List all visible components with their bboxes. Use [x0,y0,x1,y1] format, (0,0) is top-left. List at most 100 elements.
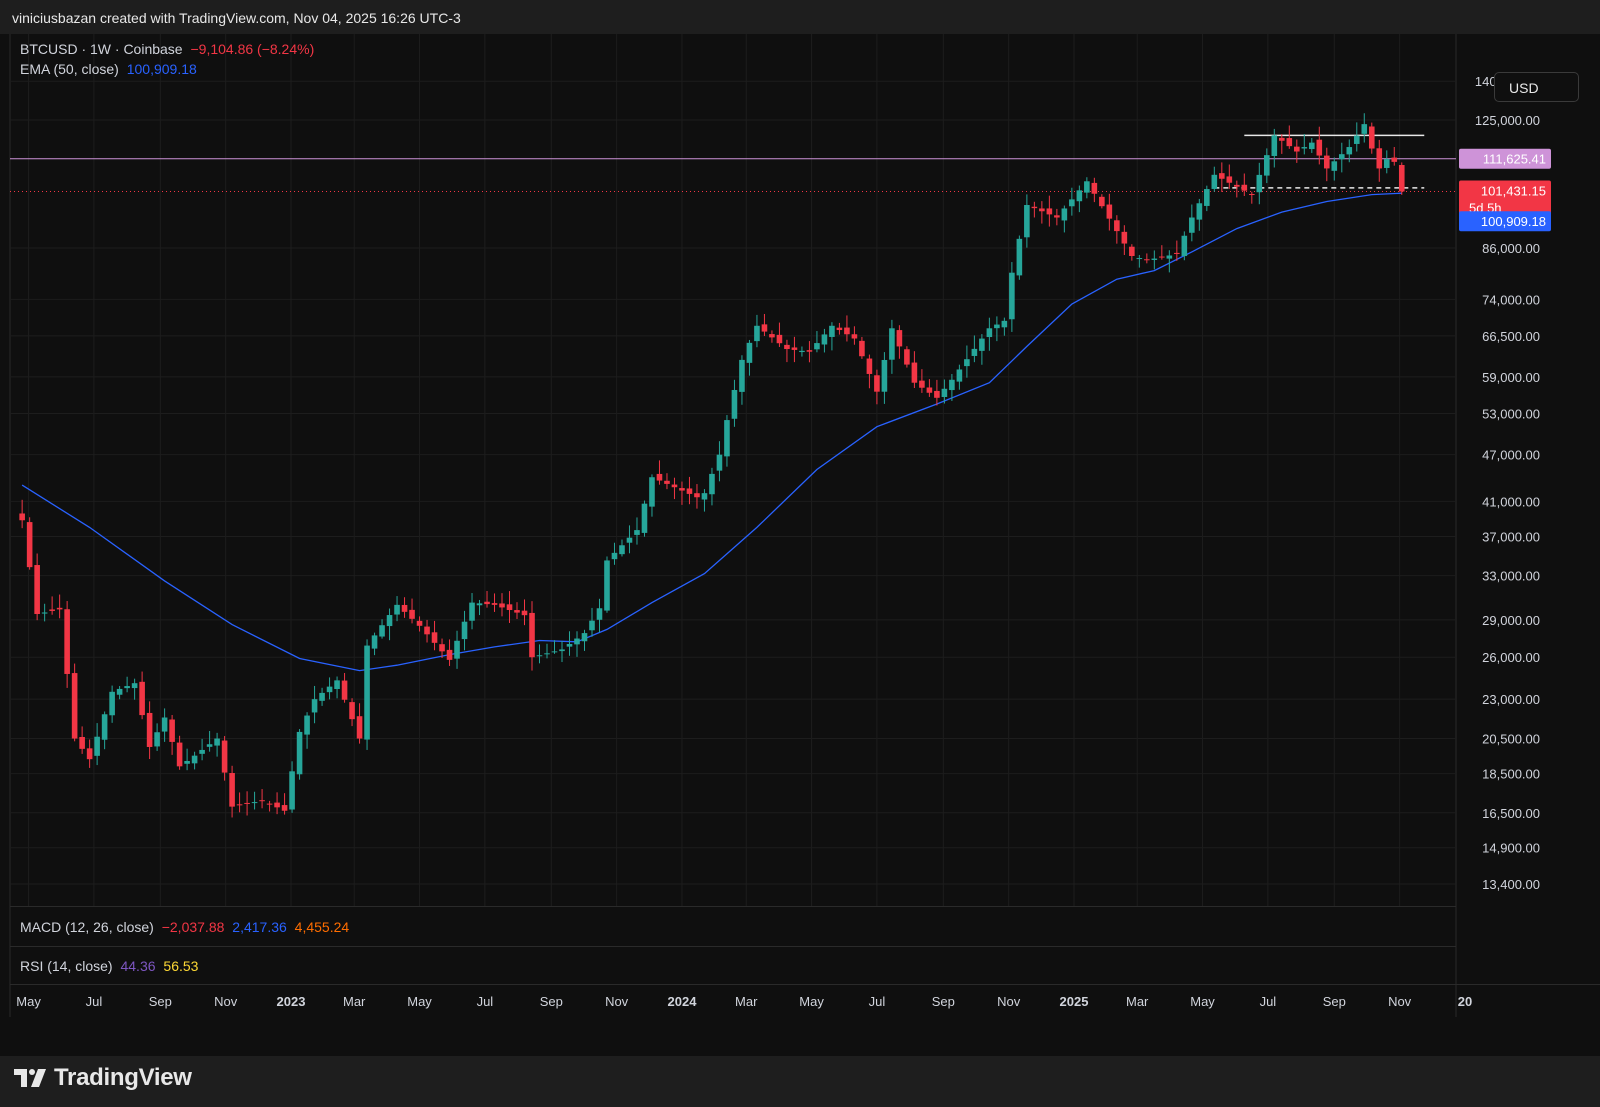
macd-label: MACD (12, 26, close) [20,919,154,935]
candle-body [86,748,93,760]
candle-body [1301,147,1308,149]
price-tick-label: 14,900.00 [1482,841,1540,856]
candle-body [139,681,145,716]
candle-body [296,731,303,775]
candle-body [244,802,250,804]
candle-body [206,744,213,747]
candle-body [1271,135,1278,156]
candle-body [379,625,385,637]
rsi-value: 44.36 [120,958,156,974]
candle-body [904,349,910,365]
tradingview-logo-icon [14,1069,46,1087]
candle-body [829,325,835,337]
candle-body [1189,217,1195,233]
candle-body [109,691,115,716]
candle-body [1091,182,1098,194]
price-tick-label: 53,000.00 [1482,407,1540,422]
candle-body [1331,161,1338,171]
candle-body [1099,196,1105,207]
ema-label: EMA (50, close) [20,61,119,77]
grid [10,34,1456,906]
candles [19,113,1405,818]
price-chart[interactable]: 140,000.00125,000.0086,000.0074,000.0066… [0,34,1600,1056]
candle-body [956,369,963,382]
candle-body [236,804,243,806]
candle-body [349,702,355,720]
candle-body [1211,174,1218,189]
price-tick-label: 125,000.00 [1475,113,1540,128]
candle-body [454,640,460,659]
candle-body [949,379,955,391]
candle-body [386,615,393,627]
candle-body [1024,205,1030,238]
price-tick-label: 66,500.00 [1482,329,1540,344]
candle-body [356,716,363,739]
candle-body [1166,255,1173,259]
macd-legend[interactable]: MACD (12, 26, close) −2,037.88 2,417.36 … [20,919,353,935]
candle-body [851,334,858,339]
candle-body [34,565,40,615]
candle-body [971,348,978,356]
candle-body [1144,259,1150,261]
candle-body [716,454,723,471]
time-axis[interactable]: May Jul Sep Nov 2023 Mar May Jul Sep Nov 2024 Mar Ma… [16,994,1472,1009]
candle-body [41,612,48,614]
candle-body [1398,165,1405,192]
candle-body [769,334,775,338]
candle-body [1391,157,1398,162]
candle-body [656,473,663,481]
tradingview-wordmark: TradingView [54,1064,192,1091]
ema-legend[interactable]: EMA (50, close) 100,909.18 [20,61,201,77]
currency-button[interactable]: USD [1494,72,1579,102]
candle-body [559,649,565,652]
candle-body [776,334,783,344]
candle-body [1234,184,1240,187]
candle-body [1114,220,1120,232]
candle-body [1219,173,1225,179]
candle-body [1106,204,1113,219]
symbol-legend[interactable]: BTCUSD · 1W · Coinbase −9,104.86 (−8.24%… [20,41,318,57]
macd-value-signal: 4,455.24 [294,919,350,935]
candle-body [739,359,745,392]
candle-body [1129,246,1135,256]
time-tick-label: Mar [735,994,758,1009]
candle-body [574,638,580,645]
candle-body [401,604,408,612]
footer-bar [0,1056,1600,1107]
candle-body [131,683,138,689]
price-tick-label: 29,000.00 [1482,613,1540,628]
candle-body [1286,138,1293,147]
price-tick-label: 33,000.00 [1482,569,1540,584]
price-tick-label: 16,500.00 [1482,806,1540,821]
candle-body [491,603,498,605]
candle-body [859,340,865,357]
attribution-bar: viniciusbazan created with TradingView.c… [0,0,1600,34]
candle-body [551,651,558,653]
time-tick-label: 2024 [668,994,698,1009]
candle-body [499,603,505,608]
chart-frame[interactable]: 140,000.00125,000.0086,000.0074,000.0066… [0,34,1600,1056]
candle-body [1338,154,1345,160]
price-tick-label: 18,500.00 [1482,767,1540,782]
candle-body [694,493,700,498]
candle-body [791,347,798,350]
ema-value: 100,909.18 [126,61,197,77]
price-label-last-text: 101,431.15 [1481,183,1546,198]
candle-body [1204,189,1210,206]
candle-body [589,620,595,631]
candle-body [754,325,760,342]
candle-body [701,493,708,500]
candle-body [731,389,738,419]
rsi-legend[interactable]: RSI (14, close) 44.36 56.53 [20,958,202,974]
tradingview-logo[interactable]: TradingView [14,1060,192,1096]
candle-body [184,760,190,764]
price-tick-label: 23,000.00 [1482,692,1540,707]
candle-body [581,633,588,642]
time-tick-label: Jul [86,994,103,1009]
candle-body [896,330,903,347]
candle-body [844,327,850,335]
time-tick-label: May [1190,994,1215,1009]
candle-body [289,771,295,810]
candle-body [94,736,100,756]
ema-50-line [21,192,1402,672]
